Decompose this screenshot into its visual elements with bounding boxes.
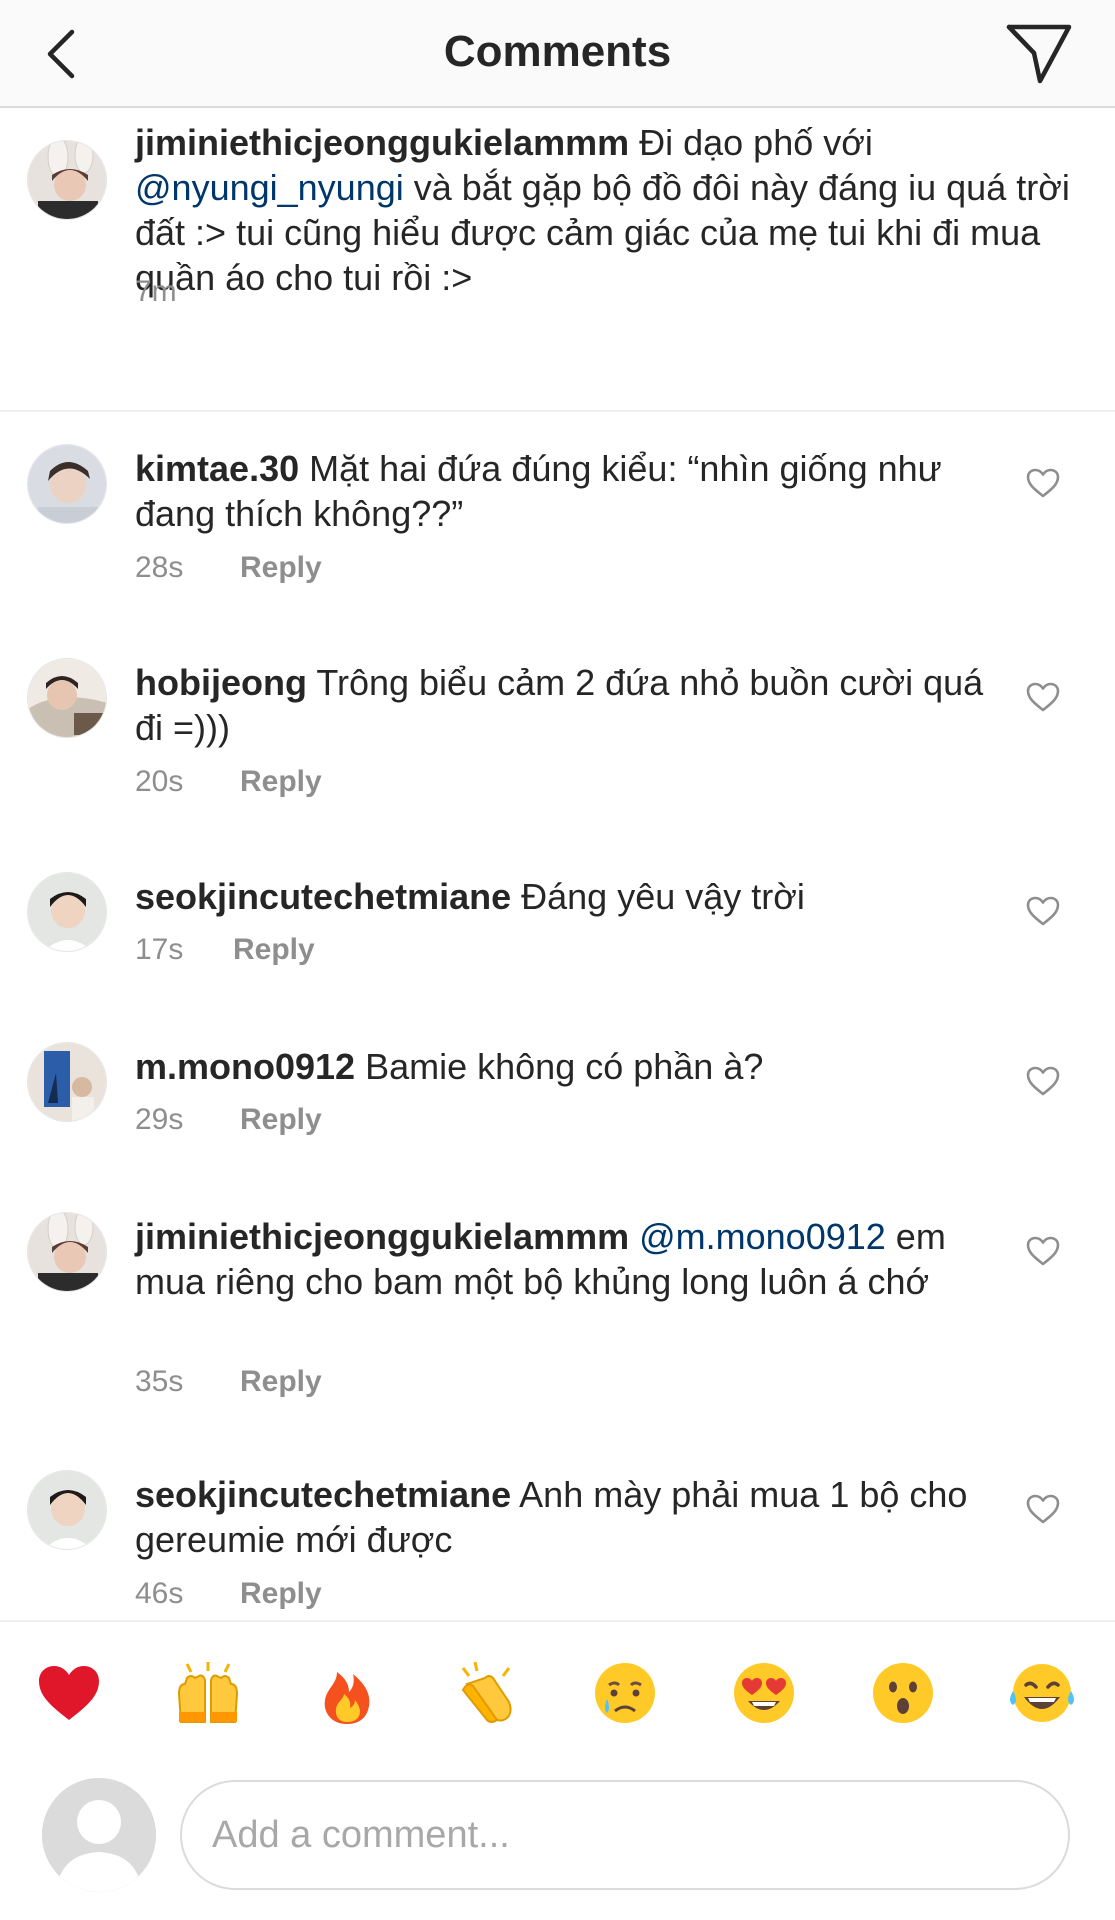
paper-plane-icon [1006, 24, 1072, 84]
comment-meta: 29s Reply [135, 1102, 322, 1138]
comment-text: Bamie không có phần à? [355, 1046, 764, 1087]
timestamp: 46s [135, 1577, 184, 1610]
username[interactable]: seokjincutechetmiane [135, 876, 511, 917]
avatar[interactable] [27, 1042, 107, 1122]
raising-hands-icon [177, 1662, 239, 1723]
reply-button[interactable]: Reply [240, 1576, 322, 1612]
comment-meta: 28s Reply [135, 550, 322, 586]
fire-icon [324, 1672, 370, 1724]
username[interactable]: kimtae.30 [135, 448, 299, 489]
comment-body: seokjincutechetmiane Đáng yêu vậy trời [135, 874, 995, 919]
mention-link[interactable]: @nyungi_nyungi [135, 167, 404, 208]
surprised-face-icon [873, 1663, 933, 1723]
tears-of-joy-icon [1010, 1664, 1074, 1722]
heart-eyes-emoji-button[interactable] [729, 1658, 799, 1728]
heart-outline-icon [1026, 468, 1060, 498]
heart-outline-icon [1026, 1066, 1060, 1096]
crying-emoji-button[interactable] [590, 1658, 660, 1728]
emoji-bar [0, 1620, 1115, 1770]
current-user-avatar [42, 1778, 156, 1892]
timestamp: 28s [135, 551, 184, 584]
avatar[interactable] [27, 1470, 107, 1550]
crying-face-icon [595, 1663, 655, 1723]
joy-emoji-button[interactable] [1007, 1658, 1077, 1728]
username[interactable]: m.mono0912 [135, 1046, 355, 1087]
heart-emoji-button[interactable] [34, 1658, 104, 1728]
comment-body: seokjincutechetmiane Anh mày phải mua 1 … [135, 1472, 995, 1562]
comment-body: jiminiethicjeonggukielammm @m.mono0912 e… [135, 1214, 995, 1304]
comment-text: Đáng yêu vậy trời [511, 876, 805, 917]
comment-body: m.mono0912 Bamie không có phần à? [135, 1044, 995, 1089]
clapping-hands-icon [461, 1661, 512, 1723]
raising-hands-emoji-button[interactable] [173, 1658, 243, 1728]
avatar[interactable] [27, 140, 107, 220]
caption-text-part: Đi dạo phố với [629, 122, 873, 163]
post-caption: jiminiethicjeonggukielammm Đi dạo phố vớ… [0, 108, 1115, 412]
caption-text: jiminiethicjeonggukielammm Đi dạo phố vớ… [135, 120, 1075, 300]
fire-emoji-button[interactable] [312, 1658, 382, 1728]
reply-button[interactable]: Reply [240, 1102, 322, 1138]
avatar[interactable] [27, 658, 107, 738]
comment-meta: 35s Reply [135, 1364, 322, 1400]
caption-meta: 7m [135, 274, 240, 310]
comment-meta: 20s Reply [135, 764, 322, 800]
username[interactable]: hobijeong [135, 662, 307, 703]
username[interactable]: seokjincutechetmiane [135, 1474, 511, 1515]
timestamp: 17s [135, 933, 184, 966]
avatar[interactable] [27, 872, 107, 952]
like-button[interactable] [1024, 1490, 1062, 1528]
comment-body: hobijeong Trông biểu cảm 2 đứa nhỏ buồn … [135, 660, 995, 750]
heart-outline-icon [1026, 682, 1060, 712]
add-comment-input[interactable] [180, 1780, 1070, 1890]
page-title: Comments [443, 27, 672, 76]
like-button[interactable] [1024, 678, 1062, 716]
heart-outline-icon [1026, 896, 1060, 926]
header-bar: Comments [0, 0, 1115, 108]
username[interactable]: jiminiethicjeonggukielammm [135, 1216, 629, 1257]
avatar[interactable] [27, 444, 107, 524]
heart-eyes-icon [734, 1663, 794, 1723]
like-button[interactable] [1024, 464, 1062, 502]
reply-button[interactable]: Reply [233, 932, 315, 968]
comment-meta: 17s Reply [135, 932, 315, 968]
share-button[interactable] [1003, 18, 1075, 90]
username[interactable]: jiminiethicjeonggukielammm [135, 122, 629, 163]
like-button[interactable] [1024, 1232, 1062, 1270]
heart-outline-icon [1026, 1494, 1060, 1524]
default-user-icon [42, 1778, 156, 1892]
comment-body: kimtae.30 Mặt hai đứa đúng kiểu: “nhìn g… [135, 446, 995, 536]
reply-button[interactable]: Reply [240, 764, 322, 800]
like-button[interactable] [1024, 892, 1062, 930]
surprised-emoji-button[interactable] [868, 1658, 938, 1728]
heart-outline-icon [1026, 1236, 1060, 1266]
timestamp: 7m [135, 275, 177, 308]
comment-composer [0, 1770, 1115, 1920]
avatar[interactable] [27, 1212, 107, 1292]
clapping-emoji-button[interactable] [451, 1658, 521, 1728]
reply-button[interactable]: Reply [240, 1364, 322, 1400]
timestamp: 20s [135, 765, 184, 798]
reply-button[interactable]: Reply [240, 550, 322, 586]
timestamp: 29s [135, 1103, 184, 1136]
comment-meta: 46s Reply [135, 1576, 322, 1612]
red-heart-icon [39, 1666, 99, 1720]
like-button[interactable] [1024, 1062, 1062, 1100]
timestamp: 35s [135, 1365, 184, 1398]
mention-link[interactable]: @m.mono0912 [629, 1216, 886, 1257]
